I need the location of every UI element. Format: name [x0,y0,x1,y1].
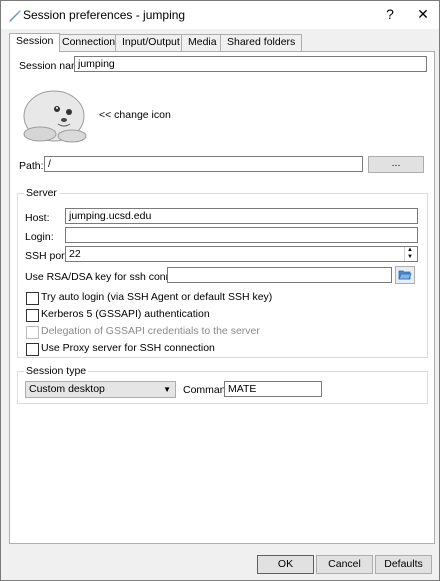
session-type-group-title: Session type [24,365,89,377]
ok-button[interactable]: OK [257,555,314,574]
kerberos-label[interactable]: Kerberos 5 (GSSAPI) authentication [41,308,210,320]
seal-session-icon[interactable] [20,82,90,144]
host-input[interactable]: jumping.ucsd.edu [65,208,418,224]
browse-key-button[interactable] [395,266,415,284]
auto-login-checkbox[interactable] [26,292,39,305]
proxy-checkbox[interactable] [26,343,39,356]
change-icon-label[interactable]: << change icon [99,109,171,121]
tab-media[interactable]: Media [181,34,224,51]
session-name-input[interactable]: jumping [74,56,427,72]
ssh-port-spinner[interactable]: ▲ ▼ [404,247,415,261]
dialog-button-bar: OK Cancel Defaults [1,547,439,580]
chevron-down-icon: ▼ [163,385,171,394]
login-label: Login: [25,231,54,243]
session-tab-panel: Session name: jumping << change icon Pat… [9,51,435,544]
ssh-port-label: SSH port: [25,250,71,262]
tab-session[interactable]: Session [9,33,61,52]
session-type-selected: Custom desktop [29,383,105,395]
server-group-title: Server [24,187,59,199]
server-group: Server Host: jumping.ucsd.edu Login: SSH… [17,187,428,358]
delegation-label: Delegation of GSSAPI credentials to the … [41,325,260,337]
session-preferences-window: Session preferences - jumping ? ✕ Sessio… [0,0,440,581]
close-button[interactable]: ✕ [408,1,438,29]
session-type-select[interactable]: Custom desktop ▼ [25,381,176,398]
kerberos-checkbox[interactable] [26,309,39,322]
help-button[interactable]: ? [375,1,405,29]
spin-up-icon[interactable]: ▲ [405,247,415,254]
cancel-button[interactable]: Cancel [316,555,373,574]
session-type-group: Session type Custom desktop ▼ Command: M… [17,365,428,404]
delegation-checkbox [26,326,39,339]
auto-login-label[interactable]: Try auto login (via SSH Agent or default… [41,291,272,303]
path-label: Path: [19,160,44,172]
tab-shared-folders[interactable]: Shared folders [220,34,303,51]
spin-down-icon[interactable]: ▼ [405,254,415,261]
rsa-key-input[interactable] [167,267,392,283]
login-input[interactable] [65,227,418,243]
proxy-label[interactable]: Use Proxy server for SSH connection [41,342,215,354]
pen-icon [9,10,21,22]
defaults-button[interactable]: Defaults [375,555,432,574]
window-title: Session preferences - jumping [23,8,186,22]
path-input[interactable]: / [44,156,363,172]
host-label: Host: [25,212,50,224]
title-bar: Session preferences - jumping ? ✕ [1,1,439,29]
command-input[interactable]: MATE [224,381,322,397]
ssh-port-input[interactable]: 22 [65,246,418,262]
browse-path-button[interactable]: ... [368,156,424,173]
tab-connection[interactable]: Connection [55,34,123,51]
folder-icon [398,270,412,280]
tab-input-output[interactable]: Input/Output [115,34,187,51]
